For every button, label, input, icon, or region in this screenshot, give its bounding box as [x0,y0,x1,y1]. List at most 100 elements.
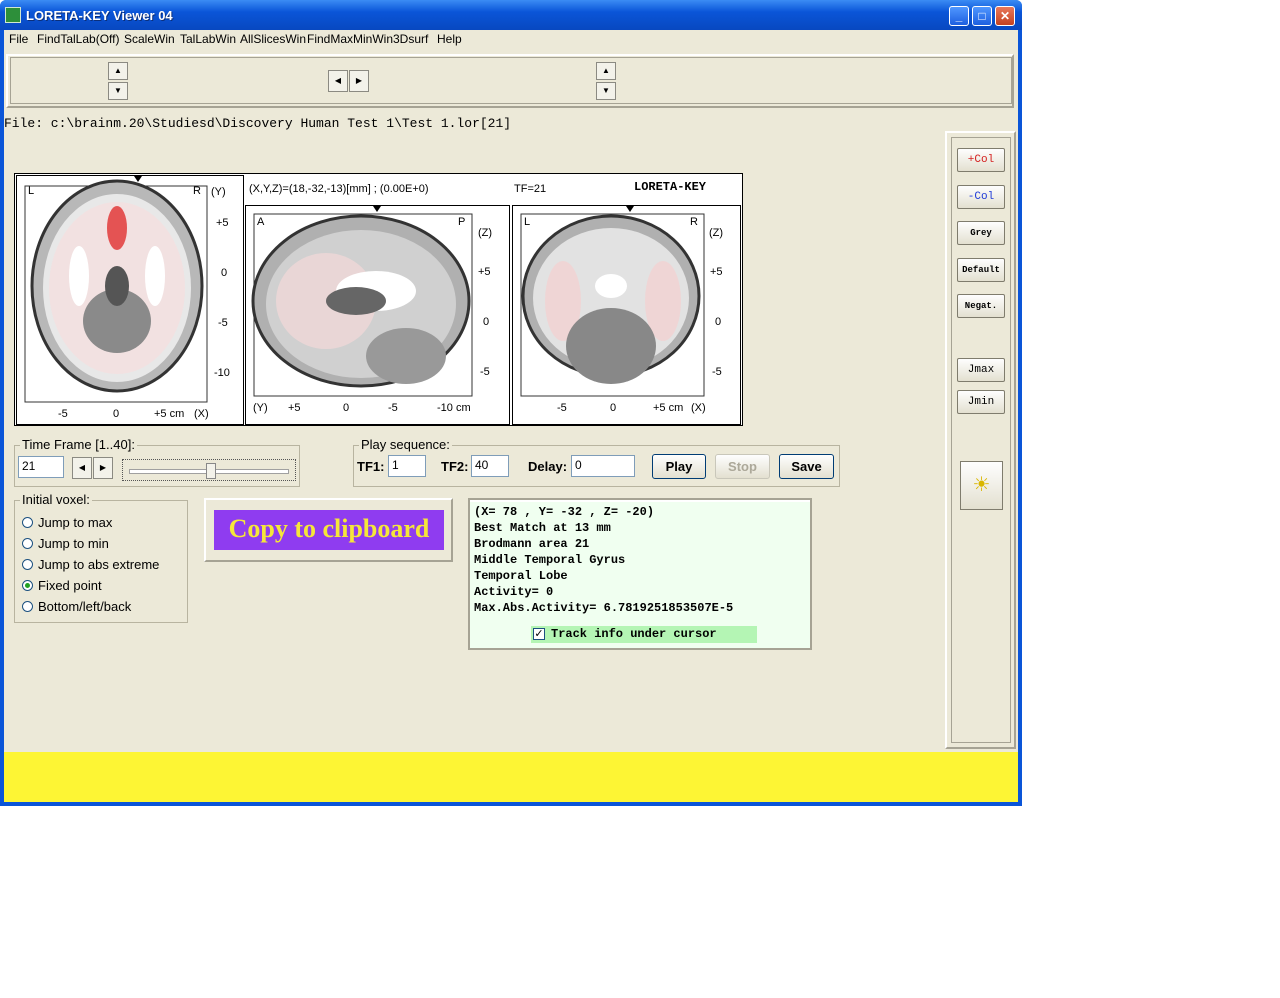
delay-label: Delay: [528,459,568,474]
radio-jump-to-max[interactable] [22,517,33,528]
menu-file[interactable]: File [9,32,28,46]
radio-jump-to-abs-extreme[interactable] [22,559,33,570]
radio-label: Jump to min [38,536,109,551]
coronal-bottom-tick: +5 cm [653,402,684,414]
jmin-button[interactable]: Jmin [957,390,1005,414]
sagittal-right-tick: 0 [483,316,490,328]
close-icon: ✕ [999,9,1011,23]
sagittal-bottom-tick: -10 cm [437,402,471,414]
maximize-icon: □ [978,9,986,23]
axial-bottom-tick: +5 cm [154,408,185,420]
spin-down-button-1[interactable]: ▼ [108,82,128,100]
spin-up-button-2[interactable]: ▲ [596,62,616,80]
time-frame-legend: Time Frame [1..40]: [20,437,137,452]
sagittal-right-tick: -5 [480,366,490,378]
menu-help[interactable]: Help [437,32,462,46]
default-button[interactable]: Default [957,258,1005,282]
minimize-button[interactable]: _ [949,6,969,26]
menu-allsliceswin[interactable]: AllSlicesWin [240,32,306,46]
time-frame-prev-button[interactable]: ◀ [72,457,92,479]
spin-up-button-1[interactable]: ▲ [108,62,128,80]
left-arrow-icon: ◀ [78,463,86,472]
minus-col-button[interactable]: -Col [957,185,1005,209]
info-best-match: Best Match at 13 mm [474,521,611,535]
menu-findtallab[interactable]: FindTalLab(Off) [37,32,119,46]
minimize-icon: _ [955,9,963,23]
close-button[interactable]: ✕ [995,6,1015,26]
menu-scalewin[interactable]: ScaleWin [124,32,175,46]
tf2-input[interactable]: 40 [471,455,509,477]
track-info-checkbox[interactable]: ✓ [533,628,545,640]
grey-button[interactable]: Grey [957,221,1005,245]
maximize-button[interactable]: □ [972,6,992,26]
axial-right-tick: +5 [216,217,229,229]
sagittal-brain-image [251,206,473,397]
radio-bottom-left-back[interactable] [22,601,33,612]
coronal-axis-label: (Z) [709,227,724,239]
tf1-input[interactable]: 1 [388,455,426,477]
coronal-right-tick: +5 [710,266,723,278]
axial-bottom-tick: (X) [194,408,209,420]
time-frame-indicator: TF=21 [514,183,547,195]
radio-label: Jump to abs extreme [38,557,160,572]
menu-findmaxminwin[interactable]: FindMaxMinWin [307,32,393,46]
window-title: LORETA-KEY Viewer 04 [26,8,173,23]
coronal-bottom-tick: 0 [610,402,617,414]
sagittal-bottom-tick: +5 [288,402,301,414]
checkmark-icon: ✓ [534,628,544,640]
coronal-corner-right: R [690,216,698,228]
app-icon [5,7,21,23]
axial-brain-image [24,176,208,403]
axial-axis-label: (Y) [211,186,226,198]
down-arrow-icon: ▼ [602,86,610,95]
info-lobe: Temporal Lobe [474,569,568,583]
info-gyrus: Middle Temporal Gyrus [474,553,626,567]
negat-button[interactable]: Negat. [957,294,1005,318]
spin-down-button-2[interactable]: ▼ [596,82,616,100]
file-path: File: c:\brainm.20\Studiesd\Discovery Hu… [4,116,512,131]
plus-col-button[interactable]: +Col [957,148,1005,172]
menu-tallabwin[interactable]: TalLabWin [180,32,236,46]
stop-button[interactable]: Stop [715,454,770,479]
copy-to-clipboard-button[interactable]: Copy to clipboard [214,510,444,550]
toolbar-inner [10,57,1012,104]
status-bar [4,752,1018,802]
time-frame-input[interactable]: 21 [18,456,64,478]
sagittal-right-tick: +5 [478,266,491,278]
menu-3dsurf[interactable]: 3Dsurf [393,32,428,46]
up-arrow-icon: ▲ [114,66,122,75]
scroll-right-button[interactable]: ▶ [349,70,369,92]
scroll-left-button[interactable]: ◀ [328,70,348,92]
axial-bottom-tick: -5 [58,408,68,420]
info-brodmann-area: Brodmann area 21 [474,537,590,551]
coronal-bottom-tick: (X) [691,402,706,414]
sun-icon: ☀ [972,474,991,496]
delay-input[interactable]: 0 [571,455,635,477]
time-frame-slider[interactable] [122,459,296,481]
info-activity: Activity= 0 [474,585,554,599]
axial-right-tick: -5 [218,317,228,329]
left-arrow-icon: ◀ [334,76,342,85]
down-arrow-icon: ▼ [114,86,122,95]
sagittal-slice[interactable] [245,205,510,425]
coronal-right-tick: 0 [715,316,722,328]
radio-fixed-point[interactable] [22,580,33,591]
axial-slice[interactable] [16,175,244,425]
info-coordinates: (X= 78 , Y= -32 , Z= -20) [474,505,655,519]
sagittal-corner-right: P [458,216,466,228]
time-frame-next-button[interactable]: ▶ [93,457,113,479]
axial-bottom-tick: 0 [113,408,120,420]
jmax-button[interactable]: Jmax [957,358,1005,382]
slider-thumb[interactable] [205,463,216,479]
right-arrow-icon: ▶ [99,463,107,472]
coronal-corner-left: L [524,216,531,228]
play-button[interactable]: Play [652,454,706,479]
coronal-bottom-tick: -5 [557,402,567,414]
coronal-right-tick: -5 [712,366,722,378]
radio-jump-to-min[interactable] [22,538,33,549]
brightness-button[interactable]: ☀ [960,461,1003,510]
save-button[interactable]: Save [779,454,834,479]
track-info-label: Track info under cursor [551,627,717,641]
radio-label: Jump to max [38,515,113,530]
coronal-slice[interactable] [512,205,741,425]
